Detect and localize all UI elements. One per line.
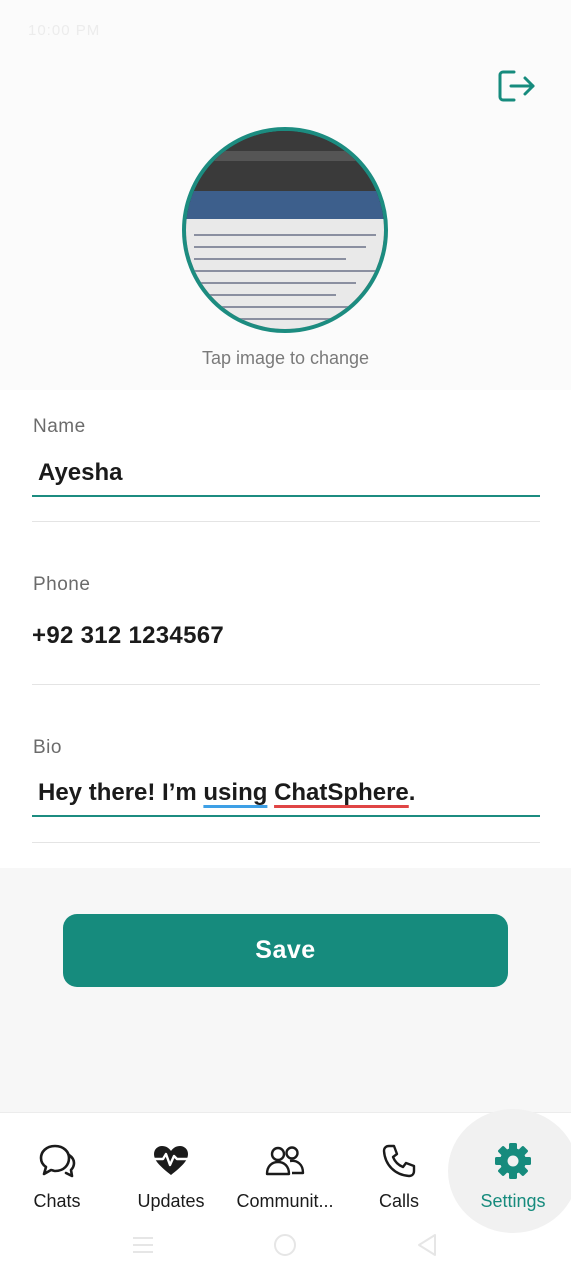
- logout-icon: [498, 70, 535, 102]
- avatar-photo: [186, 131, 384, 329]
- heartbeat-icon: [151, 1141, 191, 1181]
- bio-text-part: ChatSphere: [274, 779, 409, 806]
- phone-icon: [379, 1141, 419, 1181]
- back-triangle-icon: [418, 1234, 436, 1256]
- phone-label: Phone: [33, 574, 91, 595]
- bio-label: Bio: [33, 737, 62, 758]
- name-value: Ayesha: [38, 459, 123, 486]
- tap-image-hint: Tap image to change: [201, 348, 370, 368]
- bio-text-part: Hey there! I’m: [38, 779, 204, 806]
- home-circle-icon: [274, 1234, 296, 1256]
- recent-apps-button[interactable]: [130, 1232, 156, 1258]
- divider: [32, 842, 540, 843]
- nav-label: Chats: [33, 1191, 81, 1211]
- name-field[interactable]: Ayesha: [32, 451, 540, 497]
- nav-label: Calls: [378, 1191, 419, 1211]
- logout-button[interactable]: [497, 66, 537, 106]
- nav-item-calls[interactable]: Calls: [342, 1141, 456, 1221]
- gear-icon: [493, 1141, 533, 1181]
- nav-label: Settings: [480, 1191, 546, 1211]
- nav-item-updates[interactable]: Updates: [114, 1141, 228, 1221]
- menu-lines-icon: [133, 1237, 153, 1253]
- status-time: 10:00 PM: [28, 22, 101, 39]
- chat-bubbles-icon: [37, 1141, 77, 1181]
- nav-item-chats[interactable]: Chats: [0, 1141, 114, 1221]
- phone-value: +92 312 1234567: [32, 622, 225, 649]
- people-icon: [265, 1141, 305, 1181]
- divider: [32, 684, 540, 685]
- system-navigation-bar: [0, 1220, 571, 1280]
- profile-avatar[interactable]: [182, 127, 388, 333]
- nav-item-communities[interactable]: Communit...: [228, 1141, 342, 1221]
- nav-label: Communit...: [236, 1191, 334, 1211]
- name-label: Name: [33, 416, 86, 437]
- divider: [32, 521, 540, 522]
- bio-field[interactable]: Hey there! I’m using ChatSphere.: [32, 771, 540, 817]
- home-button[interactable]: [272, 1232, 298, 1258]
- bio-text-part: using: [203, 779, 268, 806]
- nav-label: Updates: [137, 1191, 205, 1211]
- status-bar: 10:00 PM: [0, 0, 571, 60]
- bio-text-part: [267, 779, 274, 807]
- nav-item-settings[interactable]: Settings: [456, 1141, 570, 1221]
- bio-text-part: .: [408, 779, 416, 806]
- profile-form: Name Ayesha Phone +92 312 1234567 Bio He…: [0, 390, 571, 868]
- back-button[interactable]: [414, 1232, 440, 1258]
- save-button[interactable]: Save: [63, 914, 508, 987]
